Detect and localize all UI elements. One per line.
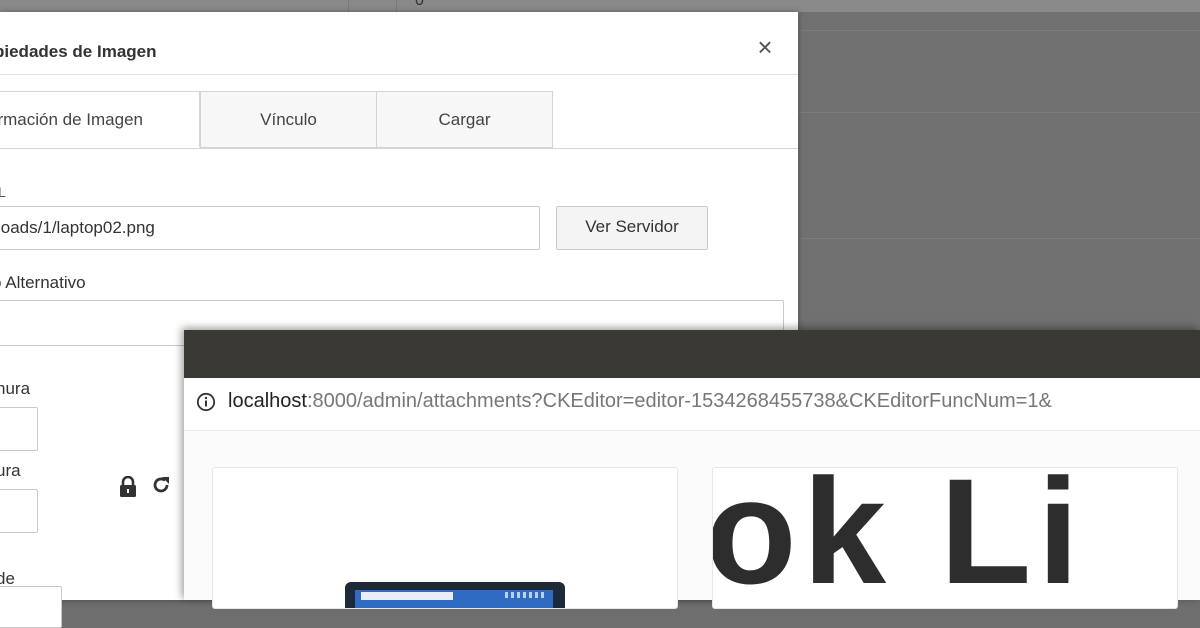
dialog-title: piedades de Imagen bbox=[0, 42, 157, 62]
url-host: localhost bbox=[228, 390, 307, 412]
height-label: ura bbox=[0, 461, 21, 481]
url-path: :8000/admin/attachments?CKEditor=editor-… bbox=[307, 390, 1052, 412]
tab-label: ormación de Imagen bbox=[0, 110, 143, 129]
reset-size-icon[interactable] bbox=[150, 474, 172, 496]
width-input[interactable]: 4 bbox=[0, 407, 38, 451]
tab-upload[interactable]: Cargar bbox=[376, 91, 553, 148]
alt-text-label: o Alternativo bbox=[0, 273, 86, 293]
laptop-thumbnail bbox=[345, 582, 565, 609]
file-browser-popup: localhost:8000/admin/attachments?CKEdito… bbox=[184, 330, 1200, 600]
background-row-line bbox=[798, 238, 1200, 239]
attachment-card[interactable]: ok Li bbox=[712, 467, 1178, 609]
close-icon[interactable]: × bbox=[752, 34, 778, 60]
popup-titlebar[interactable] bbox=[184, 330, 1200, 378]
address-url: localhost:8000/admin/attachments?CKEdito… bbox=[228, 390, 1052, 413]
tab-image-info[interactable]: ormación de Imagen bbox=[0, 91, 200, 148]
height-input[interactable]: 4 bbox=[0, 489, 38, 533]
border-input[interactable] bbox=[0, 586, 62, 628]
attachments-grid: ok Li bbox=[184, 431, 1200, 600]
background-digit: 0 bbox=[415, 0, 424, 10]
background-row-line bbox=[798, 30, 1200, 31]
url-input-value: loads/1/laptop02.png bbox=[0, 207, 155, 249]
logo-thumbnail-text: ok Li bbox=[712, 467, 1085, 606]
width-label: hura bbox=[0, 379, 30, 399]
tab-label: Vínculo bbox=[260, 110, 317, 129]
dialog-tabs: ormación de Imagen Vínculo Cargar bbox=[0, 91, 798, 149]
info-icon[interactable] bbox=[196, 392, 216, 412]
attachment-card[interactable] bbox=[212, 467, 678, 609]
lock-icon[interactable] bbox=[118, 476, 138, 498]
background-header bbox=[0, 0, 1200, 12]
background-row-line bbox=[798, 112, 1200, 113]
browse-server-button[interactable]: Ver Servidor bbox=[556, 206, 708, 250]
screen-bar bbox=[361, 592, 453, 600]
divider bbox=[0, 74, 798, 75]
background-divider bbox=[396, 0, 397, 12]
tab-label: Cargar bbox=[439, 110, 491, 129]
screen-bar bbox=[505, 592, 545, 598]
address-bar[interactable]: localhost:8000/admin/attachments?CKEdito… bbox=[184, 378, 1200, 431]
background-divider bbox=[348, 0, 349, 12]
url-label: L bbox=[0, 184, 6, 200]
url-input[interactable]: loads/1/laptop02.png bbox=[0, 206, 540, 250]
tab-link[interactable]: Vínculo bbox=[200, 91, 377, 148]
